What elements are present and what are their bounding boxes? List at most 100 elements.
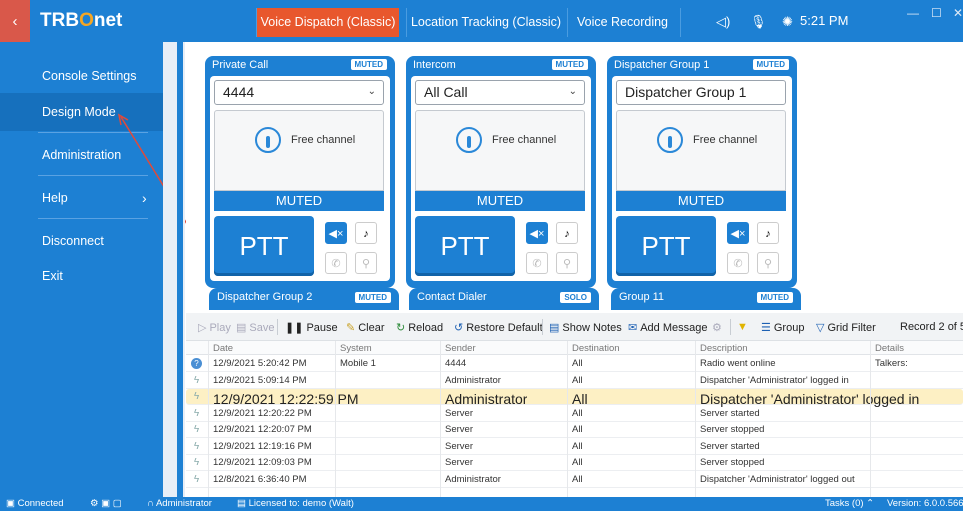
close-icon[interactable]: ✕ (953, 6, 963, 20)
status-badge: SOLO (560, 292, 591, 303)
mute-icon[interactable]: ◀× (325, 222, 347, 244)
minimize-icon[interactable]: — (907, 6, 919, 20)
grid-filter-button[interactable]: ▽ Grid Filter (816, 321, 876, 334)
table-row[interactable]: ϟ 12/9/2021 12:22:59 PM Administrator All Di… (186, 389, 963, 407)
sidebar-item-disconnect[interactable]: Disconnect (0, 222, 163, 260)
back-button[interactable]: ‹ (0, 0, 30, 42)
column-header-description[interactable]: Description (700, 343, 748, 354)
sidebar-item-design-mode[interactable]: Design Mode (0, 93, 163, 131)
chevron-down-icon: ⌄ (568, 86, 577, 97)
reload-button[interactable]: ↻ Reload (396, 321, 443, 334)
search-icon[interactable]: ⚲ (556, 252, 578, 274)
status-bar: ▣ Connected ⚙ ▣ ▢ ∩ Administrator ▤ Lice… (0, 497, 963, 511)
maximize-icon[interactable]: ☐ (931, 6, 942, 20)
table-row[interactable]: ϟ 12/9/2021 5:09:14 PM Administrator All Dis… (186, 373, 963, 389)
ptt-button[interactable]: PTT (616, 216, 716, 276)
cell-date: 12/9/2021 12:20:22 PM (213, 407, 312, 419)
channel-card-group-11[interactable]: Group 11 MUTED (611, 288, 801, 310)
settings-icon[interactable]: ✺ (782, 14, 793, 30)
table-row[interactable]: ϟ 12/9/2021 12:19:16 PM Server All Server st… (186, 439, 963, 455)
search-icon[interactable]: ⚲ (355, 252, 377, 274)
column-header-details[interactable]: Details (875, 343, 904, 354)
show-notes-button[interactable]: ▤ Show Notes (549, 321, 622, 334)
channel-card-dispatcher-group-2[interactable]: Dispatcher Group 2 MUTED (209, 288, 399, 310)
event-bolt-icon: ϟ (193, 424, 200, 435)
radio-icon (456, 127, 482, 153)
broom-icon: ✎ (346, 322, 356, 334)
reload-icon: ↻ (396, 322, 406, 334)
phone-icon[interactable]: ✆ (727, 252, 749, 274)
ptt-button[interactable]: PTT (415, 216, 515, 276)
column-header-destination[interactable]: Destination (572, 343, 620, 354)
mute-icon[interactable]: ◀× (526, 222, 548, 244)
app-logo: TRBOnet (40, 10, 123, 31)
contact-select[interactable]: All Call ⌄ (415, 80, 585, 105)
contact-field: Dispatcher Group 1 (616, 80, 786, 105)
table-row[interactable]: ϟ 12/8/2021 6:36:40 PM Administrator All Dis… (186, 472, 963, 488)
divider (38, 218, 148, 219)
sidebar-item-console-settings[interactable]: Console Settings (0, 57, 163, 95)
table-row[interactable]: ϟ 12/9/2021 12:20:22 PM Server All Server st… (186, 406, 963, 422)
save-icon: ▤ (236, 322, 247, 334)
save-button[interactable]: ▤ Save (236, 321, 274, 334)
filter-icon[interactable]: ▼ (737, 321, 748, 333)
connection-status: ▣ Connected (6, 498, 64, 509)
channel-card-contact-dialer[interactable]: Contact Dialer SOLO (409, 288, 599, 310)
group-button[interactable]: ☰ Group (761, 321, 804, 334)
cell-dest: All (572, 374, 583, 386)
music-note-icon[interactable]: ♪ (556, 222, 578, 244)
channel-status-text: Free channel (693, 134, 758, 146)
column-header-system[interactable]: System (340, 343, 372, 354)
restore-default-button[interactable]: ↺ Restore Default (454, 321, 543, 334)
gear-icon[interactable]: ⚙ (712, 321, 722, 334)
status-icons: ⚙ ▣ ▢ (90, 498, 122, 509)
cell-dest: All (572, 407, 583, 419)
pause-button[interactable]: ❚❚ Pause (285, 321, 338, 334)
music-note-icon[interactable]: ♪ (757, 222, 779, 244)
cell-dest: All (572, 440, 583, 452)
event-bolt-icon: ϟ (193, 457, 200, 468)
play-button[interactable]: ▷ Play (198, 321, 231, 334)
tab-location-tracking[interactable]: Location Tracking (Classic) (406, 8, 565, 37)
contact-select[interactable]: 4444 ⌄ (214, 80, 384, 105)
sidebar-item-administration[interactable]: Administration (0, 136, 163, 174)
table-row[interactable]: ϟ 12/9/2021 12:09:03 PM Server All Server st… (186, 455, 963, 471)
cell-desc: Radio went online (700, 358, 776, 369)
music-note-icon[interactable]: ♪ (355, 222, 377, 244)
info-icon: ? (191, 358, 202, 369)
mute-icon[interactable]: ◀× (727, 222, 749, 244)
tab-voice-recording[interactable]: Voice Recording (567, 8, 677, 37)
chevron-down-icon: ⌄ (367, 86, 376, 97)
panel-splitter[interactable] (163, 42, 185, 497)
event-bolt-icon: ϟ (193, 374, 200, 386)
dispatch-canvas: Private Call MUTED 4444 ⌄ Free channel MUT… (186, 42, 963, 310)
status-badge: MUTED (752, 59, 789, 70)
muted-indicator: MUTED (214, 191, 384, 211)
ptt-button[interactable]: PTT (214, 216, 314, 276)
event-bolt-icon: ϟ (193, 473, 200, 485)
add-message-button[interactable]: ✉ Add Message (628, 321, 707, 334)
divider (38, 132, 148, 133)
microphone-icon[interactable]: 🎙 (750, 14, 767, 30)
cell-details: Talkers: (875, 358, 908, 369)
cell-sender: Server (445, 457, 473, 468)
cell-date: 12/9/2021 5:09:14 PM (213, 374, 307, 386)
column-header-date[interactable]: Date (213, 343, 233, 354)
sidebar-item-help[interactable]: Help › (0, 179, 163, 217)
funnel-icon: ▽ (816, 322, 825, 334)
column-header-sender[interactable]: Sender (445, 343, 476, 354)
phone-icon[interactable]: ✆ (526, 252, 548, 274)
sidebar-item-exit[interactable]: Exit (0, 257, 163, 295)
cell-date: 12/9/2021 5:20:42 PM (213, 358, 307, 369)
tasks-button[interactable]: Tasks (0) ⌃ (825, 498, 874, 509)
tab-voice-dispatch[interactable]: Voice Dispatch (Classic) (256, 8, 399, 37)
radio-icon (657, 127, 683, 153)
phone-icon[interactable]: ✆ (325, 252, 347, 274)
cell-sender: Administrator (445, 473, 501, 485)
speaker-icon[interactable]: ◁) (716, 14, 730, 30)
table-row[interactable]: ϟ 12/9/2021 12:20:07 PM Server All Server st… (186, 422, 963, 438)
search-icon[interactable]: ⚲ (757, 252, 779, 274)
clear-button[interactable]: ✎ Clear (346, 321, 385, 334)
cell-date: 12/9/2021 12:19:16 PM (213, 440, 312, 452)
table-row[interactable]: ? 12/9/2021 5:20:42 PM Mobile 1 4444 All Radi… (186, 356, 963, 372)
